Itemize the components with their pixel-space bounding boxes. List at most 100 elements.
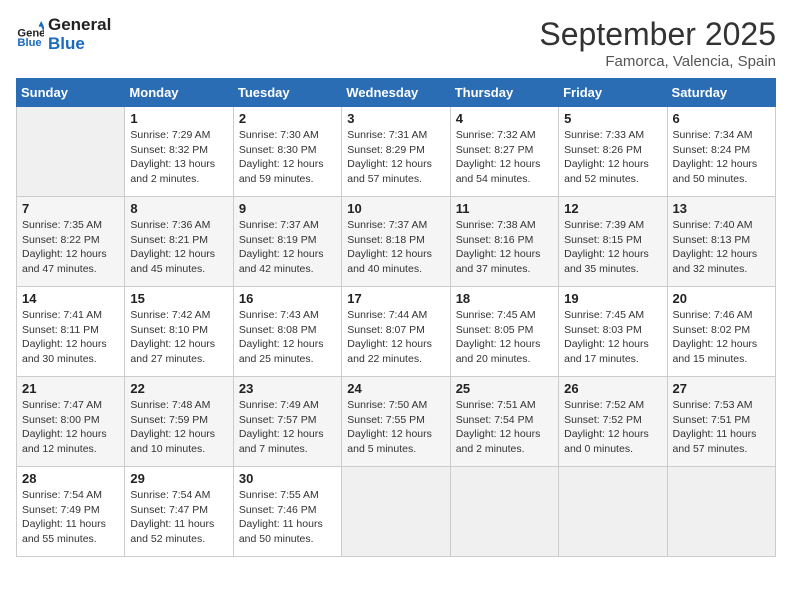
day-cell: 22Sunrise: 7:48 AM Sunset: 7:59 PM Dayli… xyxy=(125,377,233,467)
day-cell: 25 Sunrise: 7:51 AM Sunset: 7:54 PM Dayli… xyxy=(450,377,558,467)
day-cell: 12 Sunrise: 7:39 AM Sunset: 8:15 PM Dayli… xyxy=(559,197,667,287)
day-number: 24 xyxy=(347,381,444,396)
day-number: 16 xyxy=(239,291,336,306)
day-cell: 19Sunrise: 7:45 AM Sunset: 8:03 PM Dayli… xyxy=(559,287,667,377)
day-cell: 5 Sunrise: 7:33 AM Sunset: 8:26 PM Daylig… xyxy=(559,107,667,197)
day-number: 9 xyxy=(239,201,336,216)
day-number: 17 xyxy=(347,291,444,306)
day-cell: 8Sunrise: 7:36 AM Sunset: 8:21 PM Daylig… xyxy=(125,197,233,287)
day-cell: 1 Sunrise: 7:29 AM Sunset: 8:32 PM Daylig… xyxy=(125,107,233,197)
logo-blue: Blue xyxy=(48,34,85,53)
day-info: Sunrise: 7:41 AM Sunset: 8:11 PM Dayligh… xyxy=(22,308,119,367)
day-number: 5 xyxy=(564,111,661,126)
day-number: 15 xyxy=(130,291,227,306)
week-row-3: 14 Sunrise: 7:41 AM Sunset: 8:11 PM Dayli… xyxy=(17,287,776,377)
day-cell: 23Sunrise: 7:49 AM Sunset: 7:57 PM Dayli… xyxy=(233,377,341,467)
day-info: Sunrise: 7:29 AM Sunset: 8:32 PM Dayligh… xyxy=(130,128,227,187)
day-info: Sunrise: 7:35 AM Sunset: 8:22 PM Dayligh… xyxy=(22,218,119,277)
day-info: Sunrise: 7:53 AM Sunset: 7:51 PM Dayligh… xyxy=(673,398,770,457)
day-cell xyxy=(559,467,667,557)
day-cell: 20Sunrise: 7:46 AM Sunset: 8:02 PM Dayli… xyxy=(667,287,775,377)
location-subtitle: Famorca, Valencia, Spain xyxy=(539,53,776,70)
day-cell: 11Sunrise: 7:38 AM Sunset: 8:16 PM Dayli… xyxy=(450,197,558,287)
day-cell: 30 Sunrise: 7:55 AM Sunset: 7:46 PM Dayli… xyxy=(233,467,341,557)
day-info: Sunrise: 7:37 AM Sunset: 8:19 PM Dayligh… xyxy=(239,218,336,277)
day-info: Sunrise: 7:37 AM Sunset: 8:18 PM Dayligh… xyxy=(347,218,444,277)
day-cell: 3 Sunrise: 7:31 AM Sunset: 8:29 PM Daylig… xyxy=(342,107,450,197)
day-number: 1 xyxy=(130,111,227,126)
day-number: 3 xyxy=(347,111,444,126)
day-cell: 16 Sunrise: 7:43 AM Sunset: 8:08 PM Dayli… xyxy=(233,287,341,377)
day-number: 27 xyxy=(673,381,770,396)
day-info: Sunrise: 7:38 AM Sunset: 8:16 PM Dayligh… xyxy=(456,218,553,277)
day-info: Sunrise: 7:52 AM Sunset: 7:52 PM Dayligh… xyxy=(564,398,661,457)
day-info: Sunrise: 7:42 AM Sunset: 8:10 PM Dayligh… xyxy=(130,308,227,367)
day-info: Sunrise: 7:33 AM Sunset: 8:26 PM Dayligh… xyxy=(564,128,661,187)
day-cell: 24 Sunrise: 7:50 AM Sunset: 7:55 PM Dayli… xyxy=(342,377,450,467)
day-cell xyxy=(667,467,775,557)
day-cell: 21 Sunrise: 7:47 AM Sunset: 8:00 PM Dayli… xyxy=(17,377,125,467)
day-info: Sunrise: 7:39 AM Sunset: 8:15 PM Dayligh… xyxy=(564,218,661,277)
day-cell: 15 Sunrise: 7:42 AM Sunset: 8:10 PM Dayli… xyxy=(125,287,233,377)
day-number: 2 xyxy=(239,111,336,126)
calendar-header-row: SundayMondayTuesdayWednesdayThursdayFrid… xyxy=(17,79,776,107)
day-cell: 26 Sunrise: 7:52 AM Sunset: 7:52 PM Dayli… xyxy=(559,377,667,467)
day-info: Sunrise: 7:54 AM Sunset: 7:49 PM Dayligh… xyxy=(22,488,119,547)
page-header: General Blue General Blue September 2025… xyxy=(16,16,776,70)
day-number: 28 xyxy=(22,471,119,486)
title-block: September 2025 Famorca, Valencia, Spain xyxy=(539,16,776,70)
day-info: Sunrise: 7:40 AM Sunset: 8:13 PM Dayligh… xyxy=(673,218,770,277)
day-header-thursday: Thursday xyxy=(450,79,558,107)
day-cell xyxy=(450,467,558,557)
month-year-title: September 2025 xyxy=(539,16,776,53)
day-number: 30 xyxy=(239,471,336,486)
day-info: Sunrise: 7:47 AM Sunset: 8:00 PM Dayligh… xyxy=(22,398,119,457)
week-row-2: 7 Sunrise: 7:35 AM Sunset: 8:22 PM Daylig… xyxy=(17,197,776,287)
day-cell: 4Sunrise: 7:32 AM Sunset: 8:27 PM Daylig… xyxy=(450,107,558,197)
day-number: 14 xyxy=(22,291,119,306)
day-number: 6 xyxy=(673,111,770,126)
day-info: Sunrise: 7:34 AM Sunset: 8:24 PM Dayligh… xyxy=(673,128,770,187)
day-number: 18 xyxy=(456,291,553,306)
day-cell: 14 Sunrise: 7:41 AM Sunset: 8:11 PM Dayli… xyxy=(17,287,125,377)
day-header-sunday: Sunday xyxy=(17,79,125,107)
day-info: Sunrise: 7:43 AM Sunset: 8:08 PM Dayligh… xyxy=(239,308,336,367)
day-cell: 7 Sunrise: 7:35 AM Sunset: 8:22 PM Daylig… xyxy=(17,197,125,287)
day-number: 10 xyxy=(347,201,444,216)
day-number: 19 xyxy=(564,291,661,306)
day-number: 7 xyxy=(22,201,119,216)
day-number: 8 xyxy=(130,201,227,216)
day-number: 21 xyxy=(22,381,119,396)
day-info: Sunrise: 7:45 AM Sunset: 8:05 PM Dayligh… xyxy=(456,308,553,367)
day-cell: 10 Sunrise: 7:37 AM Sunset: 8:18 PM Dayli… xyxy=(342,197,450,287)
day-info: Sunrise: 7:51 AM Sunset: 7:54 PM Dayligh… xyxy=(456,398,553,457)
day-number: 25 xyxy=(456,381,553,396)
day-cell: 17 Sunrise: 7:44 AM Sunset: 8:07 PM Dayli… xyxy=(342,287,450,377)
day-number: 22 xyxy=(130,381,227,396)
day-info: Sunrise: 7:44 AM Sunset: 8:07 PM Dayligh… xyxy=(347,308,444,367)
day-number: 12 xyxy=(564,201,661,216)
day-cell: 9 Sunrise: 7:37 AM Sunset: 8:19 PM Daylig… xyxy=(233,197,341,287)
calendar-table: SundayMondayTuesdayWednesdayThursdayFrid… xyxy=(16,78,776,557)
week-row-4: 21 Sunrise: 7:47 AM Sunset: 8:00 PM Dayli… xyxy=(17,377,776,467)
day-header-tuesday: Tuesday xyxy=(233,79,341,107)
day-info: Sunrise: 7:50 AM Sunset: 7:55 PM Dayligh… xyxy=(347,398,444,457)
day-number: 13 xyxy=(673,201,770,216)
day-number: 4 xyxy=(456,111,553,126)
svg-text:Blue: Blue xyxy=(17,37,41,49)
day-info: Sunrise: 7:31 AM Sunset: 8:29 PM Dayligh… xyxy=(347,128,444,187)
week-row-1: 1 Sunrise: 7:29 AM Sunset: 8:32 PM Daylig… xyxy=(17,107,776,197)
day-info: Sunrise: 7:49 AM Sunset: 7:57 PM Dayligh… xyxy=(239,398,336,457)
day-info: Sunrise: 7:55 AM Sunset: 7:46 PM Dayligh… xyxy=(239,488,336,547)
day-cell: 6 Sunrise: 7:34 AM Sunset: 8:24 PM Daylig… xyxy=(667,107,775,197)
day-number: 26 xyxy=(564,381,661,396)
day-cell xyxy=(342,467,450,557)
day-info: Sunrise: 7:54 AM Sunset: 7:47 PM Dayligh… xyxy=(130,488,227,547)
day-header-wednesday: Wednesday xyxy=(342,79,450,107)
day-cell: 29Sunrise: 7:54 AM Sunset: 7:47 PM Dayli… xyxy=(125,467,233,557)
day-header-friday: Friday xyxy=(559,79,667,107)
day-cell xyxy=(17,107,125,197)
week-row-5: 28 Sunrise: 7:54 AM Sunset: 7:49 PM Dayli… xyxy=(17,467,776,557)
logo-icon: General Blue xyxy=(16,21,44,49)
day-number: 20 xyxy=(673,291,770,306)
